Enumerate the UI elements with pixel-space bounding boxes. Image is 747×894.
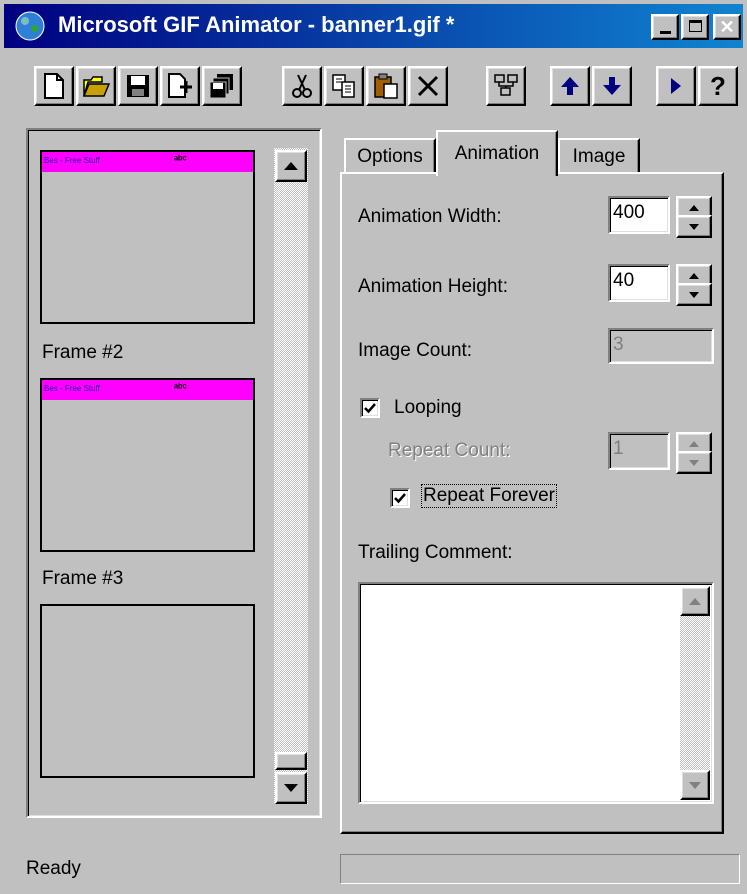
repeat-count-spinner[interactable] (676, 432, 712, 474)
frame-list[interactable]: Bes - Free Stuff ᵃᵇᶜ Frame #2 Bes - Free… (26, 128, 322, 818)
image-count-field: 3 (608, 328, 714, 364)
banner-text: Bes - Free Stuff (44, 156, 100, 165)
multiple-disks-icon (209, 74, 233, 99)
help-button[interactable]: ? (698, 66, 738, 106)
scroll-up-button[interactable] (680, 586, 710, 616)
save-disk-icon (127, 75, 149, 97)
help-question-icon: ? (710, 70, 726, 101)
frame-list-scrollbar[interactable] (274, 148, 308, 804)
animation-width-input[interactable]: 400 (608, 196, 670, 234)
arrow-up-icon (561, 77, 579, 95)
spin-down-button[interactable] (676, 215, 712, 238)
repeat-forever-label: Repeat Forever (420, 484, 558, 508)
cut-button[interactable] (282, 66, 322, 106)
copy-button[interactable] (324, 66, 364, 106)
open-folder-icon (82, 76, 110, 97)
scroll-up-button[interactable] (275, 150, 307, 182)
spin-down-button[interactable] (676, 283, 712, 306)
frame-banner: Bes - Free Stuff ᵃᵇᶜ (42, 152, 253, 172)
move-up-button[interactable] (550, 66, 590, 106)
frame-thumbnail[interactable] (40, 604, 255, 778)
close-button[interactable]: ✕ (713, 14, 741, 40)
trailing-comment-label: Trailing Comment: (358, 542, 513, 563)
image-count-label: Image Count: (358, 340, 473, 361)
frame-label: Frame #2 (42, 342, 124, 363)
arrow-down-icon (603, 77, 621, 95)
new-file-icon (44, 73, 64, 99)
window-title: Microsoft GIF Animator - banner1.gif * (58, 12, 455, 37)
triangle-up-icon (689, 597, 701, 605)
triangle-down-icon (689, 223, 699, 230)
title-bar[interactable]: Microsoft GIF Animator - banner1.gif * ✕ (4, 4, 743, 48)
looping-checkbox[interactable] (360, 398, 380, 418)
checkmark-icon (394, 493, 406, 504)
repeat-count-label: Repeat Count: (388, 440, 511, 461)
repeat-forever-checkbox[interactable] (390, 488, 410, 508)
app-globe-icon (14, 10, 46, 42)
tab-image[interactable]: Image (558, 138, 640, 174)
trailing-comment-textarea[interactable] (358, 582, 714, 804)
tab-animation[interactable]: Animation (436, 130, 558, 176)
looping-label: Looping (394, 397, 462, 418)
tab-image-label: Image (572, 146, 626, 167)
maximize-button[interactable] (681, 14, 709, 40)
status-progress-panel (340, 854, 740, 884)
scroll-thumb[interactable] (275, 752, 307, 770)
select-frames-icon (494, 74, 518, 96)
open-button[interactable] (76, 66, 116, 106)
select-all-button[interactable] (486, 66, 526, 106)
tab-options-label: Options (357, 146, 423, 167)
triangle-down-icon (689, 781, 701, 789)
triangle-down-icon (689, 459, 699, 466)
paste-button[interactable] (366, 66, 406, 106)
new-file-button[interactable] (34, 66, 74, 106)
copy-icon (332, 74, 355, 98)
animation-height-spinner[interactable] (676, 264, 712, 306)
triangle-up-icon (284, 162, 298, 170)
frame-thumbnail[interactable]: Bes - Free Stuff ᵃᵇᶜ (40, 150, 255, 324)
scroll-down-button[interactable] (680, 770, 710, 800)
triangle-up-icon (689, 204, 699, 211)
triangle-up-icon (689, 440, 699, 447)
status-text: Ready (26, 858, 81, 879)
banner-logo: ᵃᵇᶜ (174, 382, 187, 394)
animation-tab-panel: Animation Width: 400 Animation Height: 4… (340, 172, 724, 834)
scroll-down-button[interactable] (275, 772, 307, 804)
animation-width-spinner[interactable] (676, 196, 712, 238)
frame-label: Frame #3 (42, 568, 124, 589)
minimize-icon (660, 31, 671, 34)
checkmark-icon (364, 403, 376, 414)
animation-width-label: Animation Width: (358, 206, 502, 227)
insert-button[interactable] (160, 66, 200, 106)
insert-file-icon (168, 73, 192, 98)
move-down-button[interactable] (592, 66, 632, 106)
animation-height-label: Animation Height: (358, 276, 508, 297)
play-icon (671, 78, 681, 94)
triangle-down-icon (689, 291, 699, 298)
repeat-count-input[interactable]: 1 (608, 432, 670, 470)
triangle-up-icon (689, 272, 699, 279)
tab-animation-label: Animation (454, 143, 540, 164)
comment-scrollbar[interactable] (680, 586, 710, 800)
triangle-down-icon (284, 784, 298, 792)
paste-clipboard-icon (374, 73, 398, 99)
maximize-icon (689, 20, 702, 32)
banner-text: Bes - Free Stuff (44, 384, 100, 393)
save-as-button[interactable] (202, 66, 242, 106)
preview-button[interactable] (656, 66, 696, 106)
frame-thumbnail[interactable]: Bes - Free Stuff ᵃᵇᶜ (40, 378, 255, 552)
save-button[interactable] (118, 66, 158, 106)
delete-button[interactable] (408, 66, 448, 106)
close-icon: ✕ (719, 17, 735, 37)
tab-options[interactable]: Options (344, 138, 436, 174)
spin-down-button[interactable] (676, 451, 712, 474)
delete-x-icon (417, 75, 439, 97)
banner-logo: ᵃᵇᶜ (174, 154, 187, 166)
minimize-button[interactable] (651, 14, 679, 40)
animation-height-input[interactable]: 40 (608, 264, 670, 302)
scissors-icon (292, 74, 312, 98)
frame-banner: Bes - Free Stuff ᵃᵇᶜ (42, 380, 253, 400)
